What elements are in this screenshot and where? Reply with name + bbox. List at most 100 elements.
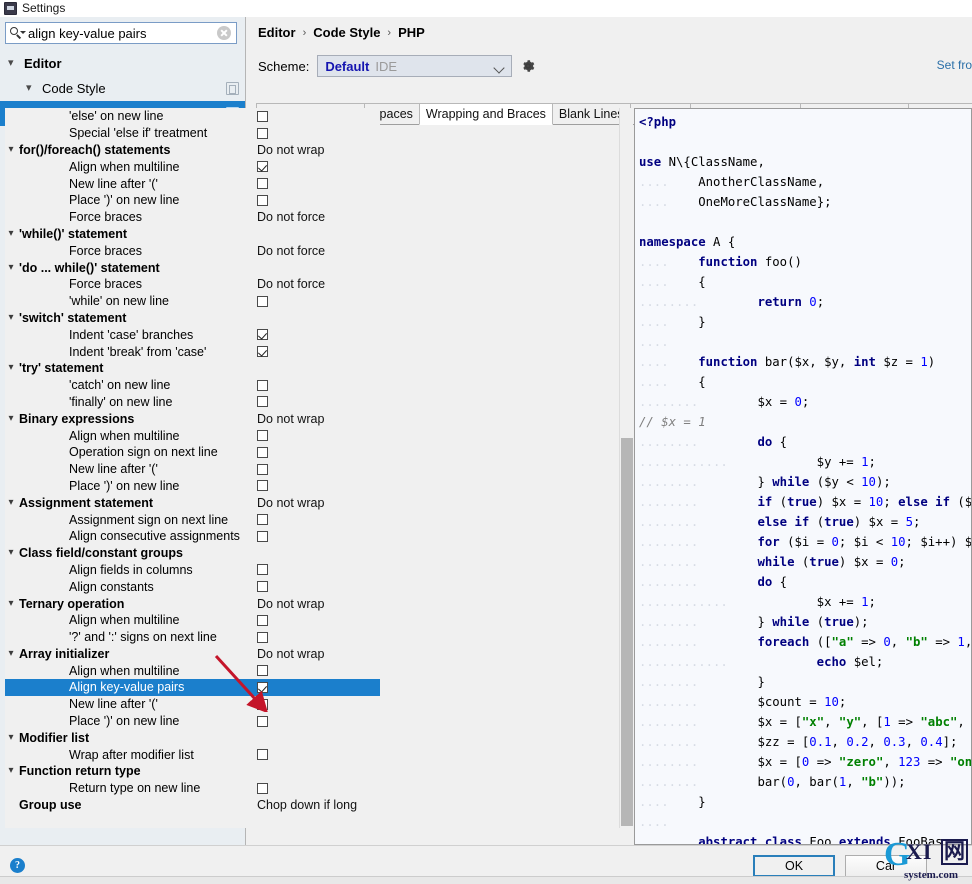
gear-icon[interactable] (520, 58, 536, 74)
option-control[interactable] (257, 478, 268, 495)
help-icon[interactable]: ? (10, 858, 25, 873)
option-control[interactable] (257, 125, 268, 142)
option-control[interactable] (257, 679, 268, 696)
option-row-finally-on-new-line[interactable]: ▾'finally' on new line (5, 394, 380, 411)
chevron-down-icon[interactable] (493, 62, 505, 74)
checkbox-new-line-after[interactable] (257, 698, 268, 710)
option-row-force-braces[interactable]: ▾Force bracesDo not force (5, 209, 380, 226)
chevron-down-icon[interactable]: ▾ (5, 363, 17, 373)
checkbox-finally-on-new-line[interactable] (257, 396, 268, 408)
option-row-align-constants[interactable]: ▾Align constants (5, 578, 380, 595)
wrapping-options-list[interactable]: ▾'else' on new line▾Special 'else if' tr… (5, 108, 380, 828)
clear-icon[interactable] (217, 26, 231, 40)
option-row-operation-sign-on-next-line[interactable]: ▾Operation sign on next line (5, 444, 380, 461)
option-row-do-while-statement[interactable]: ▾'do ... while()' statement (5, 259, 380, 276)
checkbox-align-fields-in-columns[interactable] (257, 564, 268, 576)
option-value[interactable]: Chop down if long (257, 798, 357, 812)
option-row-group-use[interactable]: ▾Group useChop down if long (5, 797, 380, 814)
option-control[interactable] (257, 662, 268, 679)
option-row-else-on-new-line[interactable]: ▾'else' on new line (5, 108, 380, 125)
chevron-down-icon[interactable]: ▾ (26, 83, 39, 94)
option-row-align-consecutive-assignments[interactable]: ▾Align consecutive assignments (5, 528, 380, 545)
breadcrumb-item-php[interactable]: PHP (398, 25, 425, 40)
checkbox-and-signs-on-next-line[interactable] (257, 631, 268, 643)
sidebar-item-code-style[interactable]: ▾ Code Style (0, 76, 245, 101)
option-row-switch-statement[interactable]: ▾'switch' statement (5, 310, 380, 327)
option-row-binary-expressions[interactable]: ▾ Binary expressions Do not wrap (5, 410, 380, 427)
checkbox-return-type-on-new-line[interactable] (257, 782, 268, 794)
breadcrumb-item-code-style[interactable]: Code Style (313, 25, 380, 40)
ok-button[interactable]: OK (753, 855, 835, 877)
option-row-new-line-after[interactable]: ▾New line after '(' (5, 461, 380, 478)
option-control[interactable]: Do not wrap (257, 142, 324, 159)
option-row-function-return-type[interactable]: ▾ Function return type (5, 763, 380, 780)
chevron-down-icon[interactable]: ▾ (5, 766, 17, 776)
chevron-down-icon[interactable]: ▾ (5, 732, 17, 743)
option-control[interactable]: Do not force (257, 242, 325, 259)
option-control[interactable] (257, 528, 268, 545)
cancel-button[interactable]: Car (845, 855, 927, 877)
checkbox-align-consecutive-assignments[interactable] (257, 530, 268, 542)
option-control[interactable] (257, 780, 268, 797)
option-row-align-when-multiline[interactable]: ▾Align when multiline (5, 158, 380, 175)
option-control[interactable]: Do not wrap (257, 595, 324, 612)
option-row-place-on-new-line[interactable]: ▾Place ')' on new line (5, 478, 380, 495)
checkbox-align-when-multiline[interactable] (257, 430, 268, 442)
option-row-return-type-on-new-line[interactable]: ▾Return type on new line (5, 780, 380, 797)
option-value[interactable]: Do not force (257, 244, 325, 258)
checkbox-align-when-multiline[interactable] (257, 614, 268, 626)
option-row-align-when-multiline[interactable]: ▾Align when multiline (5, 662, 380, 679)
option-control[interactable] (257, 293, 268, 310)
option-row-align-when-multiline[interactable]: ▾Align when multiline (5, 612, 380, 629)
chevron-down-icon[interactable]: ▾ (5, 228, 17, 239)
option-value[interactable]: Do not wrap (257, 496, 324, 510)
checkbox-catch-on-new-line[interactable] (257, 379, 268, 391)
option-row-align-fields-in-columns[interactable]: ▾Align fields in columns (5, 562, 380, 579)
option-control[interactable]: Chop down if long (257, 797, 357, 814)
option-control[interactable]: Do not wrap (257, 646, 324, 663)
checkbox-indent-break-from-case[interactable] (257, 346, 268, 358)
option-row-class-field-constant-groups[interactable]: ▾ Class field/constant groups (5, 545, 380, 562)
option-control[interactable]: Do not wrap (257, 410, 324, 427)
option-control[interactable] (257, 612, 268, 629)
option-row-align-key-value-pairs[interactable]: ▾Align key-value pairs (5, 679, 380, 696)
option-row-try-statement[interactable]: ▾'try' statement (5, 360, 380, 377)
code-preview-panel[interactable]: <?php use N\{ClassName, .... AnotherClass… (634, 108, 972, 845)
option-row-array-initializer[interactable]: ▾ Array initializer Do not wrap (5, 646, 380, 663)
option-control[interactable] (257, 108, 268, 125)
checkbox-indent-case-branches[interactable] (257, 329, 268, 341)
option-row-while-on-new-line[interactable]: ▾'while' on new line (5, 293, 380, 310)
option-row-modifier-list[interactable]: ▾ Modifier list (5, 729, 380, 746)
option-row-assignment-sign-on-next-line[interactable]: ▾Assignment sign on next line (5, 511, 380, 528)
option-control[interactable] (257, 696, 268, 713)
option-control[interactable] (257, 511, 268, 528)
scheme-select[interactable]: Default IDE (317, 55, 513, 77)
option-control[interactable] (257, 713, 268, 730)
checkbox-place-on-new-line[interactable] (257, 480, 268, 492)
option-control[interactable] (257, 343, 268, 360)
sidebar-item-editor[interactable]: ▾ Editor (0, 51, 245, 76)
checkbox-new-line-after[interactable] (257, 178, 268, 190)
option-row-force-braces[interactable]: ▾Force bracesDo not force (5, 242, 380, 259)
option-row-assignment-statement[interactable]: ▾ Assignment statement Do not wrap (5, 494, 380, 511)
option-row-indent-case-branches[interactable]: ▾Indent 'case' branches (5, 326, 380, 343)
option-row-ternary-operation[interactable]: ▾ Ternary operation Do not wrap (5, 595, 380, 612)
option-row-new-line-after[interactable]: ▾New line after '(' (5, 696, 380, 713)
option-control[interactable] (257, 377, 268, 394)
checkbox-special-else-if-treatment[interactable] (257, 127, 268, 139)
option-value[interactable]: Do not wrap (257, 647, 324, 661)
option-control[interactable] (257, 427, 268, 444)
option-row-wrap-after-modifier-list[interactable]: ▾Wrap after modifier list (5, 746, 380, 763)
option-control[interactable] (257, 629, 268, 646)
checkbox-assignment-sign-on-next-line[interactable] (257, 514, 268, 526)
option-row-place-on-new-line[interactable]: ▾Place ')' on new line (5, 192, 380, 209)
option-control[interactable] (257, 746, 268, 763)
option-row-special-else-if-treatment[interactable]: ▾Special 'else if' treatment (5, 125, 380, 142)
chevron-down-icon[interactable]: ▾ (5, 497, 17, 508)
option-control[interactable] (257, 192, 268, 209)
checkbox-place-on-new-line[interactable] (257, 715, 268, 727)
option-row-place-on-new-line[interactable]: ▾Place ')' on new line (5, 713, 380, 730)
checkbox-new-line-after[interactable] (257, 463, 268, 475)
option-value[interactable]: Do not wrap (257, 412, 324, 426)
chevron-down-icon[interactable]: ▾ (8, 58, 21, 69)
